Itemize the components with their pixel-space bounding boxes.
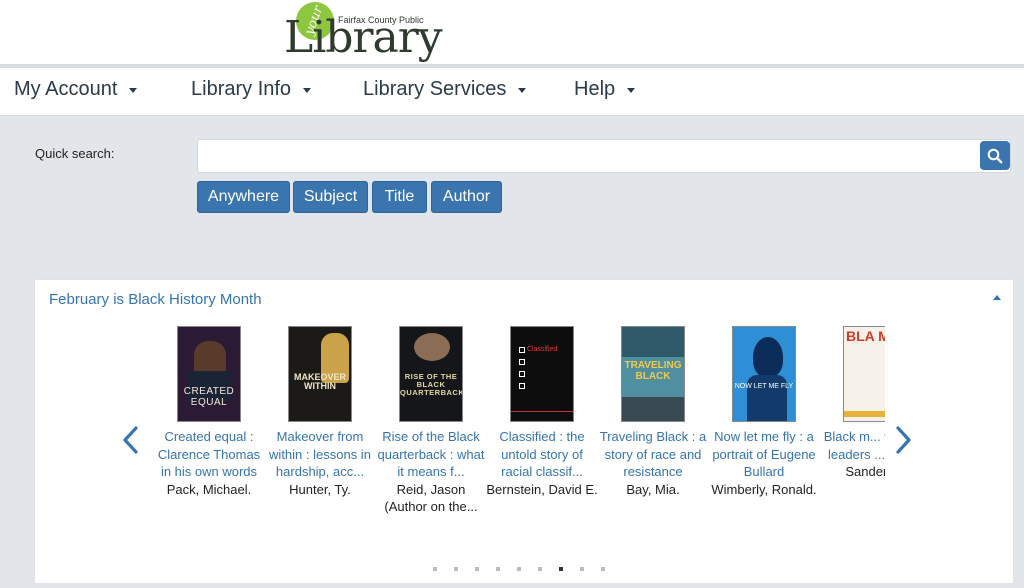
book-item[interactable]: Classified Classified : the untold story… <box>485 326 599 498</box>
pagination-dot[interactable] <box>580 567 584 571</box>
book-title-link[interactable]: Traveling Black : a story of race and re… <box>596 428 710 481</box>
book-cover[interactable]: MAKEOVER WITHIN <box>288 326 352 422</box>
book-cover-text: TRAVELING BLACK <box>624 360 682 382</box>
book-cover[interactable]: TRAVELING BLACK <box>621 326 685 422</box>
search-button[interactable] <box>980 141 1010 170</box>
book-item[interactable]: MAKEOVER WITHIN Makeover from within : l… <box>263 326 377 498</box>
library-logo[interactable]: your Library Fairfax County Public <box>284 2 443 62</box>
carousel-pagination <box>35 567 1015 573</box>
pagination-dot[interactable] <box>433 567 437 571</box>
logo-tagline: Fairfax County Public <box>338 15 424 25</box>
nav-help[interactable]: Help <box>574 78 636 101</box>
book-item[interactable]: BLA MA Black m... what ... leaders ... f… <box>818 326 885 481</box>
book-cover-text: BLA MA <box>846 328 885 344</box>
nav-library-services-label: Library Services <box>363 78 507 100</box>
book-cover[interactable]: CREATED EQUAL <box>177 326 241 422</box>
carousel-next-arrow-icon[interactable] <box>893 425 913 455</box>
nav-help-label: Help <box>574 78 616 100</box>
book-item[interactable]: NOW LET ME FLY Now let me fly : a portra… <box>707 326 821 498</box>
book-item[interactable]: CREATED EQUAL Created equal : Clarence T… <box>152 326 266 498</box>
nav-my-account-label: My Account <box>14 78 118 100</box>
book-author: Bernstein, David E. <box>486 481 598 497</box>
caret-down-icon <box>518 88 527 93</box>
carousel-prev-arrow-icon[interactable] <box>121 425 141 455</box>
book-author: Wimberly, Ronald. <box>711 481 817 497</box>
pagination-dot[interactable] <box>559 567 563 571</box>
book-title-link[interactable]: Classified : the untold story of racial … <box>485 428 599 481</box>
search-icon <box>987 148 1003 163</box>
book-cover-text: NOW LET ME FLY <box>734 383 794 390</box>
book-cover[interactable]: RISE OF THE BLACK QUARTERBACK <box>399 326 463 422</box>
book-cover[interactable]: NOW LET ME FLY <box>732 326 796 422</box>
book-cover-text: RISE OF THE BLACK QUARTERBACK <box>400 372 463 397</box>
main-navigation: My Account Library Info Library Services… <box>0 68 1024 116</box>
nav-library-services[interactable]: Library Services <box>363 78 527 101</box>
caret-down-icon <box>303 88 312 93</box>
book-author: Sanders... <box>845 464 885 479</box>
carousel-track: CREATED EQUAL Created equal : Clarence T… <box>152 280 885 550</box>
book-title-link[interactable]: Black m... what ... leaders ... fron... <box>818 428 885 463</box>
book-item[interactable]: RISE OF THE BLACK QUARTERBACK Rise of th… <box>374 326 488 516</box>
book-author: Pack, Michael. <box>166 481 252 497</box>
book-cover[interactable]: Classified <box>510 326 574 422</box>
book-title-link[interactable]: Created equal : Clarence Thomas in his o… <box>152 428 266 481</box>
book-author: Bay, Mia. <box>626 481 680 497</box>
nav-library-info[interactable]: Library Info <box>191 78 312 101</box>
filter-subject-button[interactable]: Subject <box>293 181 368 213</box>
book-cover-text: MAKEOVER WITHIN <box>293 372 346 392</box>
book-author: Reid, Jason (Author on the... <box>384 481 478 515</box>
pagination-dot[interactable] <box>538 567 542 571</box>
nav-library-info-label: Library Info <box>191 78 292 100</box>
book-cover-text: Classified <box>527 346 558 353</box>
book-title-link[interactable]: Rise of the Black quarterback : what it … <box>374 428 488 481</box>
book-cover-text: CREATED EQUAL <box>183 386 235 408</box>
pagination-dot[interactable] <box>454 567 458 571</box>
nav-my-account[interactable]: My Account <box>14 78 138 101</box>
pagination-dot[interactable] <box>475 567 479 571</box>
pagination-dot[interactable] <box>496 567 500 571</box>
pagination-dot[interactable] <box>601 567 605 571</box>
pagination-dot[interactable] <box>517 567 521 571</box>
quick-search-label: Quick search: <box>35 146 115 161</box>
site-header: your Library Fairfax County Public <box>0 0 1024 64</box>
book-item[interactable]: TRAVELING BLACK Traveling Black : a stor… <box>596 326 710 498</box>
quick-search-input[interactable] <box>197 139 1011 173</box>
filter-title-button[interactable]: Title <box>372 181 427 213</box>
book-title-link[interactable]: Makeover from within : lessons in hardsh… <box>263 428 377 481</box>
collapse-caret-icon[interactable] <box>993 295 1001 300</box>
book-author: Hunter, Ty. <box>289 481 351 497</box>
caret-down-icon <box>627 88 636 93</box>
filter-author-button[interactable]: Author <box>431 181 502 213</box>
book-cover[interactable]: BLA MA <box>843 326 885 422</box>
filter-anywhere-button[interactable]: Anywhere <box>197 181 290 213</box>
book-title-link[interactable]: Now let me fly : a portrait of Eugene Bu… <box>707 428 821 481</box>
featured-carousel-panel: February is Black History Month CREATED … <box>34 279 1014 584</box>
caret-down-icon <box>129 88 138 93</box>
